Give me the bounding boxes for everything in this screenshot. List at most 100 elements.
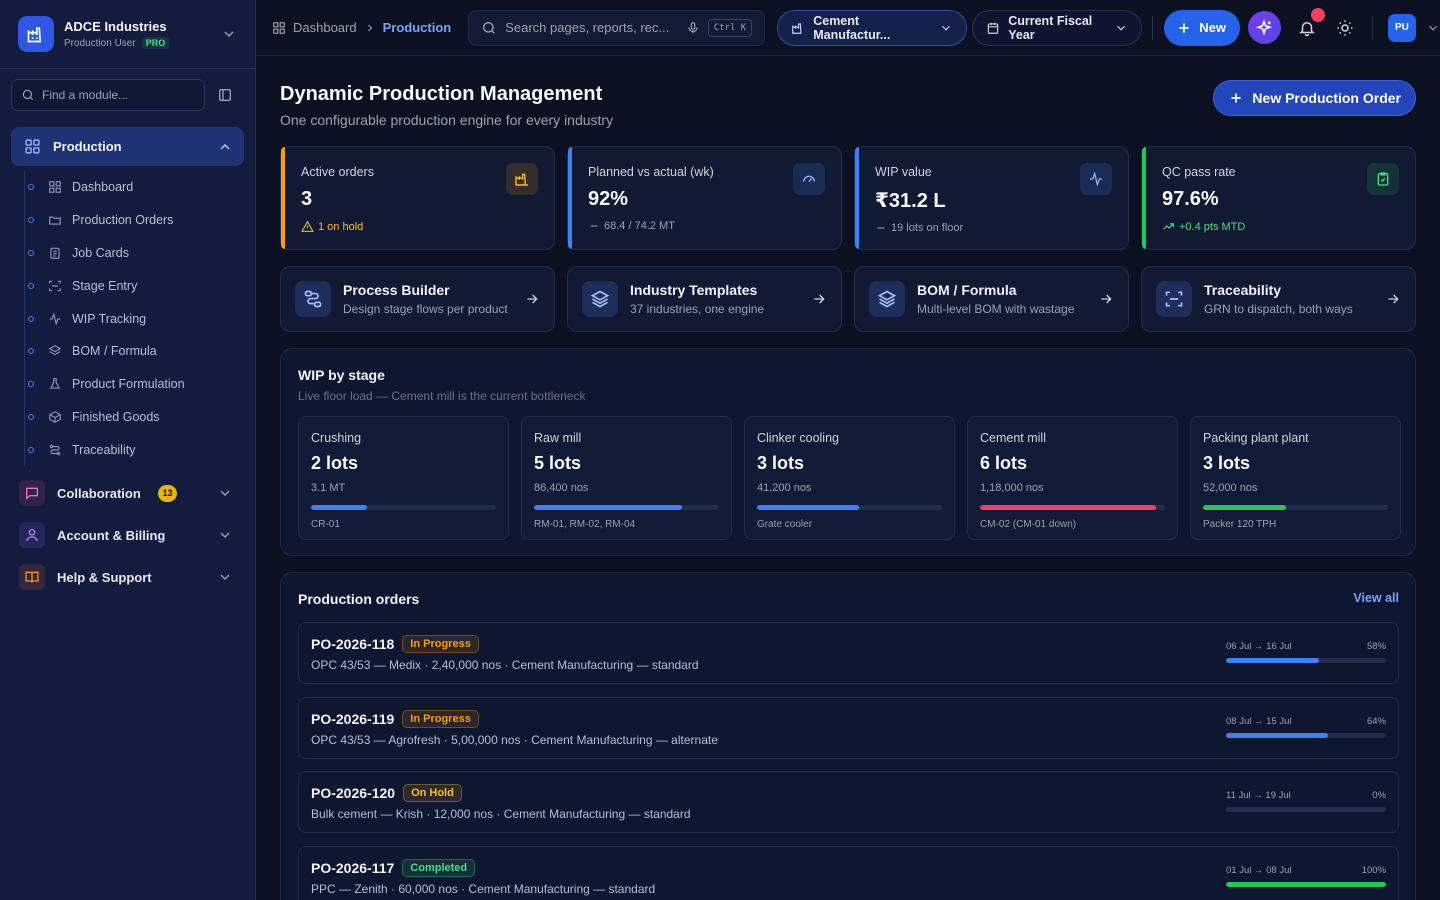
period-selector[interactable]: Current Fiscal Year <box>972 9 1143 46</box>
flask-icon <box>48 377 62 391</box>
order-percent: 64% <box>1366 715 1386 727</box>
page-title: Dynamic Production Management <box>280 83 603 105</box>
stage-quantity: 41,200 nos <box>757 482 812 494</box>
brand-switcher[interactable]: ADCE Industries Production User PRO <box>0 0 255 69</box>
sidebar-item-wip-tracking[interactable]: WIP Tracking <box>24 302 255 335</box>
sidebar-section-production[interactable]: Production <box>11 127 244 166</box>
global-search-placeholder: Search pages, reports, rec... <box>505 20 670 35</box>
section-label: Production <box>53 139 122 154</box>
stage-name: Packing plant plant <box>1203 431 1309 445</box>
order-row[interactable]: PO-2026-117 Completed PPC — Zenith · 60,0… <box>298 845 1399 900</box>
sidebar-item-dashboard[interactable]: Dashboard <box>24 171 255 204</box>
theme-toggle-button[interactable] <box>1336 19 1354 37</box>
new-production-order-button[interactable]: New Production Order <box>1213 80 1416 116</box>
sidebar-section-collaboration[interactable]: Collaboration 13 <box>11 472 244 514</box>
user-menu[interactable]: PU <box>1387 13 1440 42</box>
sidebar-collapse-button[interactable] <box>215 85 235 105</box>
order-row[interactable]: PO-2026-119 In Progress OPC 43/53 — Agrof… <box>298 696 1399 759</box>
sidebar-section-account-billing[interactable]: Account & Billing <box>11 514 244 556</box>
button-label: New Production Order <box>1252 90 1401 106</box>
industry-value: Cement Manufactur... <box>813 13 891 42</box>
stage-card-raw-mill[interactable]: Raw mill 5 lots 86,400 nos RM-01, RM-02,… <box>521 416 732 540</box>
breadcrumb-dashboard[interactable]: Dashboard <box>293 20 357 35</box>
kpi-card-qc-pass-rate[interactable]: QC pass rate 97.6% +0.4 pts MTD <box>1141 146 1416 250</box>
activity-icon <box>1080 163 1112 195</box>
module-search-input[interactable]: Find a module... <box>11 79 205 111</box>
gauge-icon <box>793 163 825 195</box>
stage-load-bar <box>534 505 719 510</box>
stage-card-clinker-cooling[interactable]: Clinker cooling 3 lots 41,200 nos Grate … <box>744 416 955 540</box>
microphone-icon[interactable] <box>686 21 700 35</box>
notifications-button[interactable] <box>1296 7 1325 39</box>
stage-quantity: 3.1 MT <box>311 482 346 494</box>
sidebar-item-label: Finished Goods <box>72 409 160 424</box>
sidebar-section-help-support[interactable]: Help & Support <box>11 556 244 598</box>
kpi-note: 19 lots on floor <box>891 222 964 234</box>
stage-load-fill <box>757 505 859 510</box>
sidebar-item-product-formulation[interactable]: Product Formulation <box>24 368 255 401</box>
kpi-label: Planned vs actual (wk) <box>588 165 714 179</box>
order-dates: 01 Jul → 08 Jul <box>1226 864 1292 876</box>
kpi-label: QC pass rate <box>1162 165 1236 179</box>
panel-subtitle: Live floor load — Cement mill is the cur… <box>298 389 586 403</box>
chevron-down-icon <box>217 527 233 543</box>
tile-bom-formula[interactable]: BOM / Formula Multi-level BOM with wastag… <box>854 266 1129 332</box>
sidebar-item-traceability[interactable]: Traceability <box>24 433 255 466</box>
keyboard-shortcut: Ctrl K <box>707 18 753 37</box>
sidebar-item-production-orders[interactable]: Production Orders <box>24 204 255 237</box>
kpi-note: +0.4 pts MTD <box>1179 220 1246 233</box>
tile-process-builder[interactable]: Process Builder Design stage flows per pr… <box>280 266 555 332</box>
module-search-placeholder: Find a module... <box>42 88 129 102</box>
tile-desc: Design stage flows per product <box>343 302 508 316</box>
sidebar-item-stage-entry[interactable]: Stage Entry <box>24 269 255 302</box>
stage-load-fill <box>1203 505 1287 510</box>
kpi-value: ₹31.2 L <box>875 190 946 212</box>
ai-assistant-button[interactable] <box>1247 11 1281 44</box>
order-progress-bar <box>1226 732 1386 738</box>
stage-card-crushing[interactable]: Crushing 2 lots 3.1 MT CR-01 <box>298 416 509 540</box>
sidebar-item-bom-formula[interactable]: BOM / Formula <box>24 335 255 368</box>
sidebar-item-finished-goods[interactable]: Finished Goods <box>24 401 255 434</box>
view-all-link[interactable]: View all <box>1353 591 1399 605</box>
kpi-value: 92% <box>588 188 629 210</box>
orders-list: PO-2026-118 In Progress OPC 43/53 — Medix… <box>298 622 1399 900</box>
kpi-card-planned-vs-actual[interactable]: Planned vs actual (wk) 92% 68.4 / 74.2 M… <box>567 146 842 250</box>
section-label: Help & Support <box>57 569 152 585</box>
stage-meta: RM-01, RM-02, RM-04 <box>534 519 636 530</box>
order-row[interactable]: PO-2026-120 On Hold Bulk cement — Krish ·… <box>298 771 1399 833</box>
stage-load-fill <box>311 505 367 510</box>
tile-traceability[interactable]: Traceability GRN to dispatch, both ways <box>1141 266 1416 332</box>
industry-selector[interactable]: Cement Manufactur... <box>777 9 968 46</box>
arrow-right-icon <box>811 291 827 307</box>
stage-name: Clinker cooling <box>757 431 839 445</box>
stage-meta: Packer 120 TPH <box>1203 519 1277 530</box>
chevron-right-icon <box>364 22 376 34</box>
topbar: Dashboard Production Search pages, repor… <box>256 0 1440 56</box>
user-role: Production User <box>64 37 136 49</box>
stage-lots: 3 lots <box>1203 453 1251 473</box>
stage-card-cement-mill[interactable]: Cement mill 6 lots 1,18,000 nos CM-02 (C… <box>967 416 1178 540</box>
tile-desc: Multi-level BOM with wastage <box>917 302 1075 316</box>
status-badge: In Progress <box>402 709 479 728</box>
order-progress-fill <box>1226 658 1319 663</box>
chevron-down-icon <box>217 569 233 585</box>
tile-industry-templates[interactable]: Industry Templates 37 industries, one eng… <box>567 266 842 332</box>
notification-dot <box>1310 7 1325 22</box>
chat-icon <box>19 480 45 507</box>
breadcrumb-production[interactable]: Production <box>383 20 452 35</box>
clipboard-icon <box>48 246 62 260</box>
new-button[interactable]: New <box>1164 9 1240 46</box>
global-search-input[interactable]: Search pages, reports, rec... Ctrl K <box>468 9 766 46</box>
stage-load-bar <box>980 505 1165 510</box>
order-progress-bar <box>1226 807 1386 812</box>
kpi-card-wip-value[interactable]: WIP value ₹31.2 L 19 lots on floor <box>854 146 1129 250</box>
sidebar-item-job-cards[interactable]: Job Cards <box>24 237 255 270</box>
tile-title: Traceability <box>1204 282 1282 298</box>
stage-name: Raw mill <box>534 431 582 445</box>
order-row[interactable]: PO-2026-118 In Progress OPC 43/53 — Medix… <box>298 622 1399 684</box>
stage-card-packing-plant[interactable]: Packing plant plant 3 lots 52,000 nos Pa… <box>1190 416 1401 540</box>
sidebar-item-label: Traceability <box>72 442 136 457</box>
order-description: PPC — Zenith · 60,000 nos · Cement Manuf… <box>311 881 656 896</box>
dash-icon <box>875 222 887 234</box>
kpi-card-active-orders[interactable]: Active orders 3 1 on hold <box>280 146 555 250</box>
